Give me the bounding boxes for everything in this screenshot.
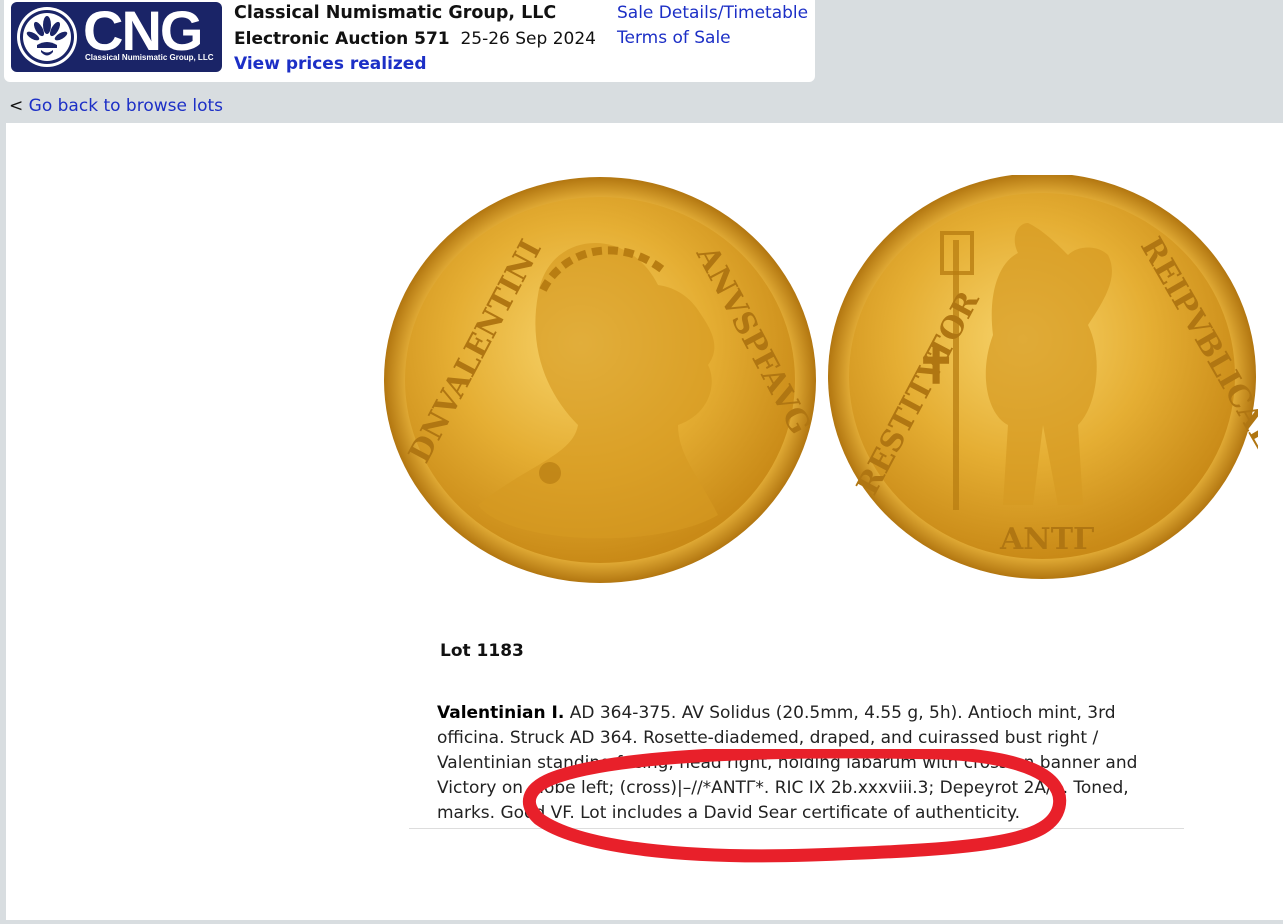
coin-reverse: ✝ RESTITVTOR REIPVBLICAE ANTΓ xyxy=(828,175,1258,579)
auction-header: CNG Classical Numismatic Group, LLC Clas… xyxy=(4,0,815,82)
cng-emblem-icon xyxy=(17,7,77,67)
sale-details-link[interactable]: Sale Details/Timetable xyxy=(617,3,808,23)
terms-of-sale-link[interactable]: Terms of Sale xyxy=(617,28,731,48)
auction-info: Electronic Auction 571 25-26 Sep 2024 xyxy=(234,29,596,49)
cng-logo[interactable]: CNG Classical Numismatic Group, LLC xyxy=(11,2,222,72)
lot-panel: DNVALENTINI ANVSPFAVG ✝ RESTITVTOR REIPV… xyxy=(6,123,1283,920)
lot-number: Lot 1183 xyxy=(440,641,524,661)
company-name: Classical Numismatic Group, LLC xyxy=(234,3,557,23)
logo-subtext: Classical Numismatic Group, LLC xyxy=(85,53,214,62)
red-annotation-circle xyxy=(522,749,1067,863)
auction-name: Electronic Auction 571 xyxy=(234,29,450,49)
auction-dates: 25-26 Sep 2024 xyxy=(460,29,596,49)
back-to-lots-link[interactable]: Go back to browse lots xyxy=(29,96,223,116)
back-navigation: < Go back to browse lots xyxy=(9,96,223,116)
reverse-exergue: ANTΓ xyxy=(999,522,1094,557)
back-chevron: < xyxy=(9,96,24,116)
coin-image[interactable]: DNVALENTINI ANVSPFAVG ✝ RESTITVTOR REIPV… xyxy=(378,175,1258,587)
lot-ruler: Valentinian I. xyxy=(437,703,565,723)
coin-obverse: DNVALENTINI ANVSPFAVG xyxy=(384,177,817,583)
view-prices-link[interactable]: View prices realized xyxy=(234,54,427,74)
